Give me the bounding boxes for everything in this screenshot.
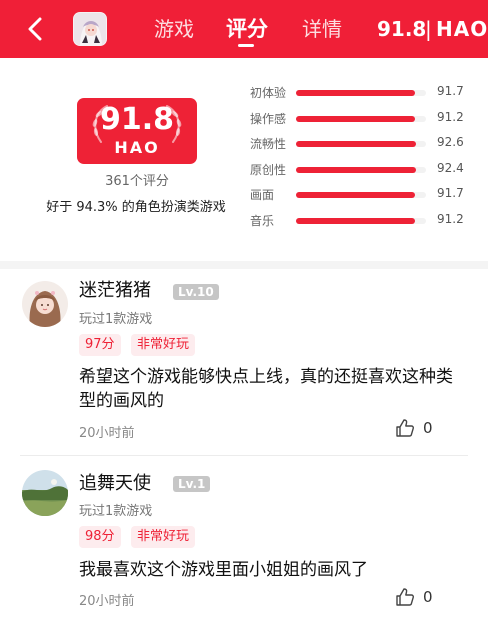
like-button[interactable]: 0 — [395, 587, 433, 607]
dimension-label: 操作感 — [250, 111, 287, 126]
level-badge: Lv.10 — [173, 284, 219, 300]
dimension-label: 初体验 — [250, 86, 287, 100]
section-divider — [0, 261, 488, 269]
thumbs-up-icon — [396, 419, 414, 437]
dimension-bar-track — [296, 192, 426, 198]
chevron-left-icon — [28, 17, 42, 41]
tab-rating[interactable]: 评分 — [226, 15, 268, 43]
game-avatar-image — [74, 13, 106, 45]
active-tab-indicator — [238, 44, 254, 47]
dimension-value: 91.7 — [437, 186, 464, 200]
user-avatar-image — [22, 281, 68, 327]
top-nav-bar: 游戏 评分 详情 91.8 | HAO — [0, 0, 488, 58]
tab-details[interactable]: 详情 — [302, 15, 342, 43]
level-badge: Lv.1 — [173, 476, 211, 492]
dimension-value: 92.6 — [437, 135, 464, 149]
review-time: 20小时前 — [79, 594, 135, 609]
score-summary: 91.8 HAO 361个评分 好于 94.3% 的角色扮演类游戏 初体验 91.… — [0, 58, 488, 261]
dimension-row: 流畅性 92.6 — [250, 134, 480, 154]
review-time: 20小时前 — [79, 426, 135, 441]
dimension-value: 91.2 — [437, 211, 464, 226]
tab-game[interactable]: 游戏 — [154, 15, 194, 43]
verdict-tag: 非常好玩 — [131, 526, 196, 548]
dimension-bar-fill — [296, 192, 415, 198]
rating-count: 361个评分 — [105, 174, 169, 189]
dimension-row: 画面 91.7 — [250, 185, 480, 205]
username[interactable]: 迷茫猪猪 — [79, 279, 151, 303]
dimension-value: 91.2 — [437, 109, 464, 124]
played-count: 玩过1款游戏 — [79, 312, 153, 327]
like-count: 0 — [423, 419, 433, 437]
dimension-bar-track — [296, 90, 426, 96]
review-content: 我最喜欢这个游戏里面小姐姐的画风了 — [79, 560, 368, 580]
dimension-row: 初体验 91.7 — [250, 83, 480, 103]
dimension-bar-track — [296, 115, 426, 122]
dimension-bar-track — [296, 217, 426, 224]
dimension-value: 92.4 — [437, 160, 464, 175]
rating-compare: 好于 94.3% 的角色扮演类游戏 — [46, 200, 226, 215]
dimension-label: 原创性 — [250, 162, 287, 177]
played-count: 玩过1款游戏 — [79, 504, 153, 519]
score-badge: 91.8 HAO — [77, 98, 197, 164]
app-root: 游戏 评分 详情 91.8 | HAO 91.8 HAO 361个评分 好于 9… — [0, 0, 488, 629]
dimension-label: 画面 — [250, 188, 275, 202]
dimension-bar-fill — [296, 90, 415, 96]
user-avatar-image — [22, 470, 68, 516]
badge-brand: HAO — [114, 138, 160, 157]
score-tag: 98分 — [79, 526, 121, 548]
dimension-bar-fill — [296, 217, 415, 224]
dimension-row: 原创性 92.4 — [250, 160, 480, 180]
game-icon[interactable] — [73, 12, 107, 46]
dimension-bar-fill — [296, 115, 415, 122]
dimension-bar-fill — [296, 166, 416, 173]
badge-score: 91.8 — [99, 102, 175, 137]
avatar[interactable] — [22, 281, 68, 327]
review-item: 迷茫猪猪 Lv.10 玩过1款游戏 97分 非常好玩 希望这个游戏能够快点上线，… — [0, 269, 488, 455]
dimension-bar-track — [296, 141, 426, 147]
dimension-row: 音乐 91.2 — [250, 211, 480, 231]
dimension-label: 音乐 — [250, 213, 275, 228]
score-tag: 97分 — [79, 334, 121, 356]
header-brand: HAO — [436, 17, 488, 41]
avatar[interactable] — [22, 470, 68, 516]
review-item: 追舞天使 Lv.1 玩过1款游戏 98分 非常好玩 我最喜欢这个游戏里面小姐姐的… — [0, 456, 488, 629]
dimension-bar-fill — [296, 141, 416, 147]
header-separator: | — [425, 17, 432, 41]
like-count: 0 — [423, 588, 433, 606]
dimension-value: 91.7 — [437, 84, 464, 98]
like-button[interactable]: 0 — [395, 418, 433, 438]
dimension-bar-track — [296, 166, 426, 173]
thumbs-up-icon — [396, 588, 414, 606]
dimension-label: 流畅性 — [250, 137, 287, 151]
dimension-row: 操作感 91.2 — [250, 109, 480, 129]
back-button[interactable] — [20, 14, 50, 44]
verdict-tag: 非常好玩 — [131, 334, 196, 356]
username[interactable]: 追舞天使 — [79, 472, 151, 496]
header-score: 91.8 — [377, 17, 427, 41]
review-content: 希望这个游戏能够快点上线，真的还挺喜欢这种类型的画风的 — [79, 367, 453, 411]
